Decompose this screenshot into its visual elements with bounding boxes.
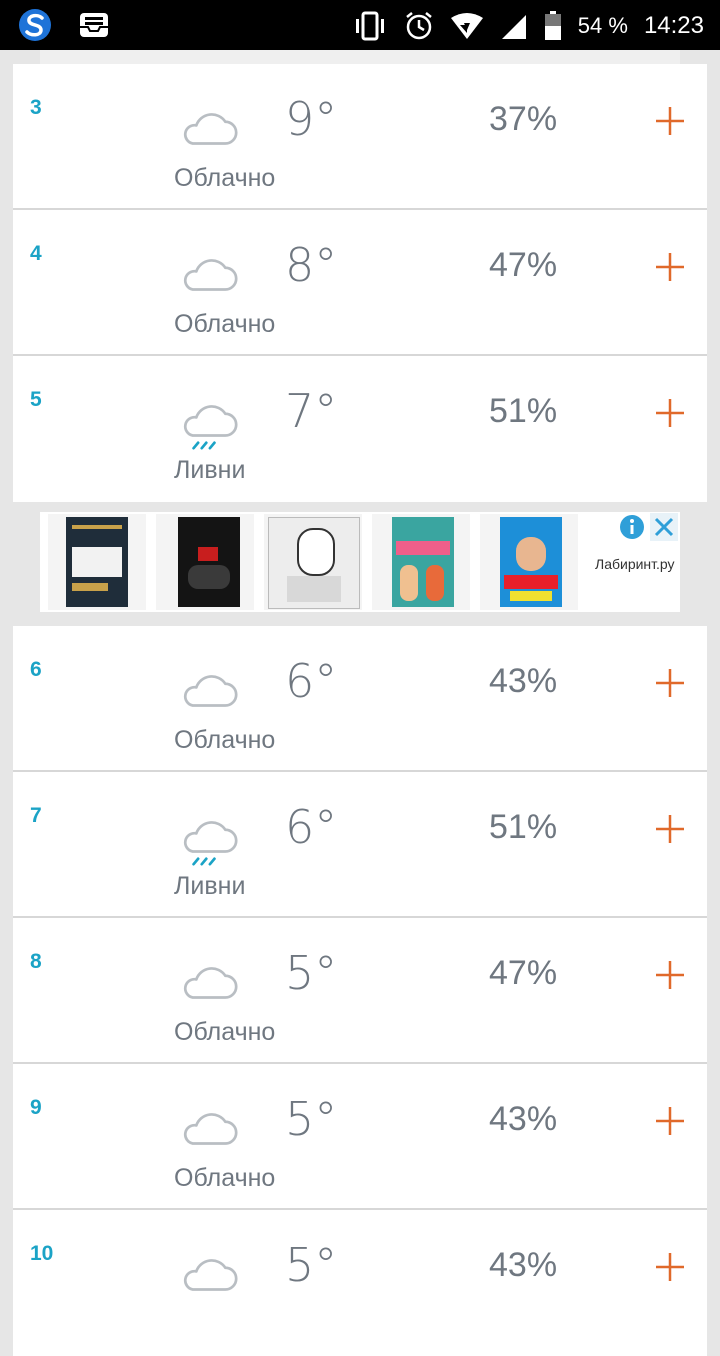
temperature-value: 6° xyxy=(285,654,338,708)
info-icon[interactable] xyxy=(618,513,646,541)
rain-cloud-icon xyxy=(183,405,238,450)
humidity-value: 47% xyxy=(489,954,558,992)
rain-cloud-icon xyxy=(183,821,238,866)
close-icon[interactable] xyxy=(650,513,678,541)
book-cover xyxy=(500,517,562,607)
expand-plus-icon[interactable] xyxy=(654,1251,686,1283)
temperature-value: 5° xyxy=(285,1238,338,1292)
temperature-value: 5° xyxy=(285,946,338,1000)
expand-plus-icon[interactable] xyxy=(654,1105,686,1137)
condition-label: Ливни xyxy=(174,872,246,900)
humidity-value: 37% xyxy=(489,100,558,138)
humidity-value: 43% xyxy=(489,1100,558,1138)
condition-label: Облачно xyxy=(174,726,276,754)
temperature-value: 7° xyxy=(285,384,338,438)
temperature-value: 8° xyxy=(285,238,338,292)
condition-label: Облачно xyxy=(174,164,276,192)
ad-book-5[interactable] xyxy=(480,514,578,610)
app-s-icon xyxy=(19,9,51,41)
ad-book-4[interactable] xyxy=(372,514,470,610)
forecast-row[interactable]: 3 Облачно 9° 37% xyxy=(13,64,707,210)
hourly-forecast-card: 6 Облачно 6° 43% 7 Ливни 6° 51% 8 Облачно 5° 47% 9 Об… xyxy=(13,626,707,1356)
ad-book-2[interactable] xyxy=(156,514,254,610)
temperature-value: 6° xyxy=(285,800,338,854)
cloud-icon xyxy=(183,967,238,999)
humidity-value: 47% xyxy=(489,246,558,284)
vibrate-icon xyxy=(355,11,384,41)
book-cover xyxy=(66,517,128,607)
battery-percent: 54 % xyxy=(577,13,628,38)
cloud-icon xyxy=(183,113,238,145)
cloud-icon xyxy=(183,1259,238,1291)
ad-book-1[interactable] xyxy=(48,514,146,610)
clock: 14:23 xyxy=(643,12,704,39)
humidity-value: 51% xyxy=(489,808,558,846)
forecast-row[interactable]: 9 Облачно 5° 43% xyxy=(13,1064,707,1210)
battery-icon xyxy=(544,11,561,40)
ad-banner[interactable]: Лабиринт.ру xyxy=(40,512,680,612)
inbox-icon xyxy=(80,13,108,37)
forecast-row[interactable]: 8 Облачно 5° 47% xyxy=(13,918,707,1064)
hour-label: 9 xyxy=(30,1096,42,1119)
forecast-row[interactable]: 10 5° 43% xyxy=(13,1210,707,1356)
condition-label: Облачно xyxy=(174,1164,276,1192)
alarm-icon xyxy=(406,12,432,40)
expand-plus-icon[interactable] xyxy=(654,251,686,283)
cloud-icon xyxy=(183,1113,238,1145)
expand-plus-icon[interactable] xyxy=(654,105,686,137)
hour-label: 3 xyxy=(30,96,42,119)
humidity-value: 51% xyxy=(489,392,558,430)
book-cover xyxy=(392,517,454,607)
wifi-icon xyxy=(450,13,483,39)
condition-label: Облачно xyxy=(174,310,276,338)
temperature-value: 5° xyxy=(285,1092,338,1146)
forecast-row[interactable]: 6 Облачно 6° 43% xyxy=(13,626,707,772)
status-bar: 54 % 14:23 xyxy=(0,0,720,50)
hour-label: 10 xyxy=(30,1242,54,1265)
humidity-value: 43% xyxy=(489,1246,558,1284)
hour-label: 6 xyxy=(30,658,42,681)
ad-brand-label: Лабиринт.ру xyxy=(595,556,675,572)
expand-plus-icon[interactable] xyxy=(654,813,686,845)
hour-label: 4 xyxy=(30,242,42,265)
cloud-icon xyxy=(183,259,238,291)
card-edge-shade xyxy=(40,50,680,64)
book-cover xyxy=(268,517,360,609)
condition-label: Ливни xyxy=(174,456,246,484)
forecast-row[interactable]: 5 Ливни 7° 51% xyxy=(13,356,707,502)
signal-icon xyxy=(501,15,526,39)
hourly-forecast-card: 3 Облачно 9° 37% 4 Облачно 8° 47% 5 Ливни 7° 51% xyxy=(13,64,707,502)
condition-label: Облачно xyxy=(174,1018,276,1046)
ad-book-3[interactable] xyxy=(264,514,362,610)
cloud-icon xyxy=(183,675,238,707)
expand-plus-icon[interactable] xyxy=(654,397,686,429)
forecast-row[interactable]: 4 Облачно 8° 47% xyxy=(13,210,707,356)
humidity-value: 43% xyxy=(489,662,558,700)
hour-label: 5 xyxy=(30,388,42,411)
forecast-row[interactable]: 7 Ливни 6° 51% xyxy=(13,772,707,918)
hour-label: 7 xyxy=(30,804,42,827)
book-cover xyxy=(178,517,240,607)
expand-plus-icon[interactable] xyxy=(654,959,686,991)
expand-plus-icon[interactable] xyxy=(654,667,686,699)
temperature-value: 9° xyxy=(285,92,338,146)
hour-label: 8 xyxy=(30,950,42,973)
